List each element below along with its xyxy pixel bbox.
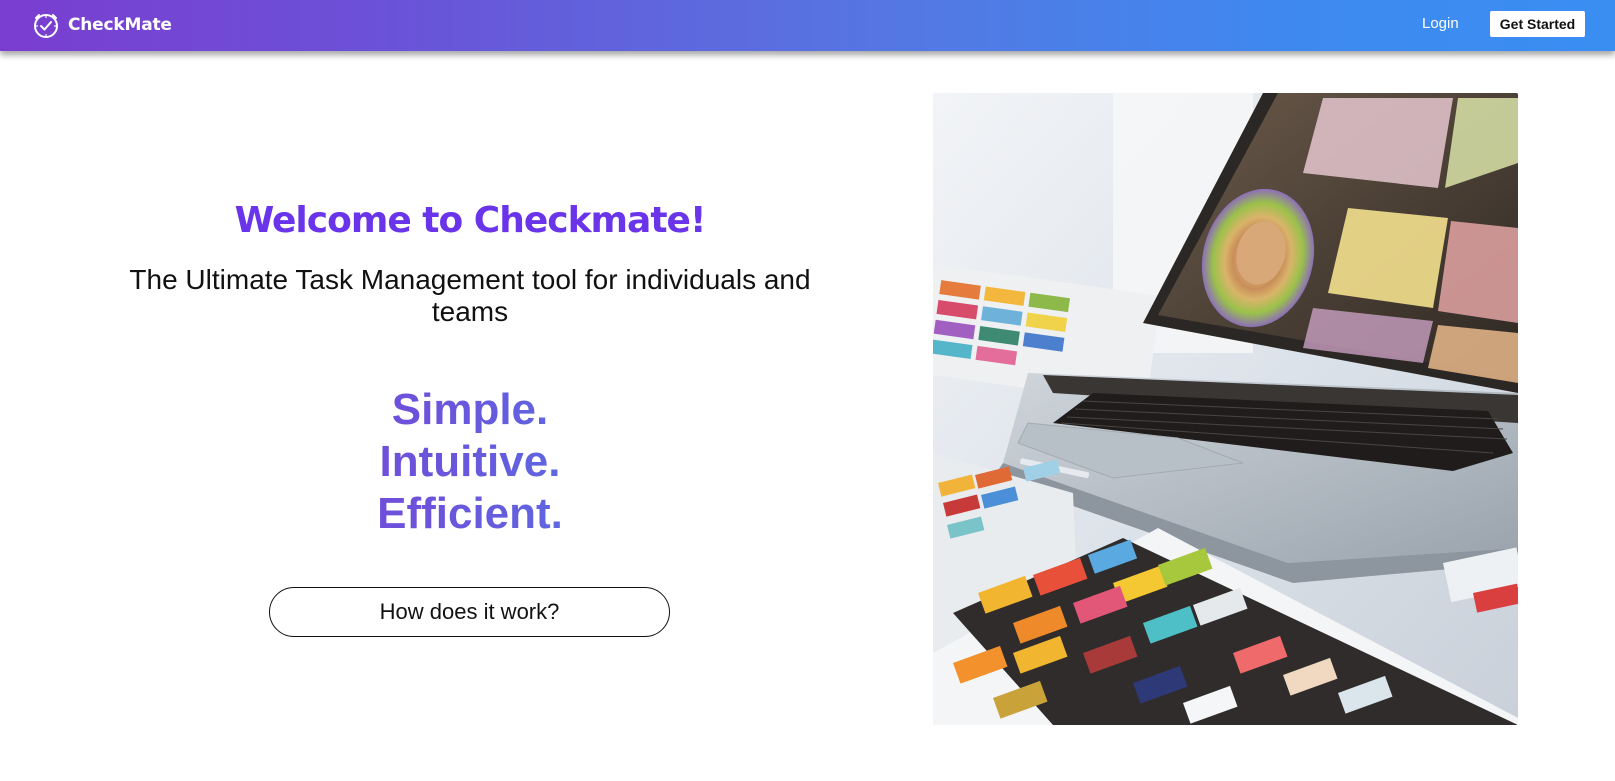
hero-title: Welcome to Checkmate!	[234, 200, 707, 241]
get-started-button[interactable]: Get Started	[1490, 11, 1585, 37]
top-navbar: CheckMate Login Get Started	[0, 0, 1615, 51]
login-link[interactable]: Login	[1422, 15, 1459, 32]
hero-image	[933, 93, 1518, 725]
tagline: Simple. Intuitive. Efficient.	[210, 384, 730, 540]
how-does-it-work-button[interactable]: How does it work?	[269, 587, 670, 637]
clock-check-icon	[32, 11, 60, 39]
tagline-intuitive: Intuitive.	[210, 436, 730, 488]
brand-logo[interactable]: CheckMate	[32, 10, 172, 40]
tagline-simple: Simple.	[210, 384, 730, 436]
hero-subtitle: The Ultimate Task Management tool for in…	[129, 264, 811, 327]
tagline-efficient: Efficient.	[210, 488, 730, 540]
brand-name: CheckMate	[68, 15, 172, 35]
